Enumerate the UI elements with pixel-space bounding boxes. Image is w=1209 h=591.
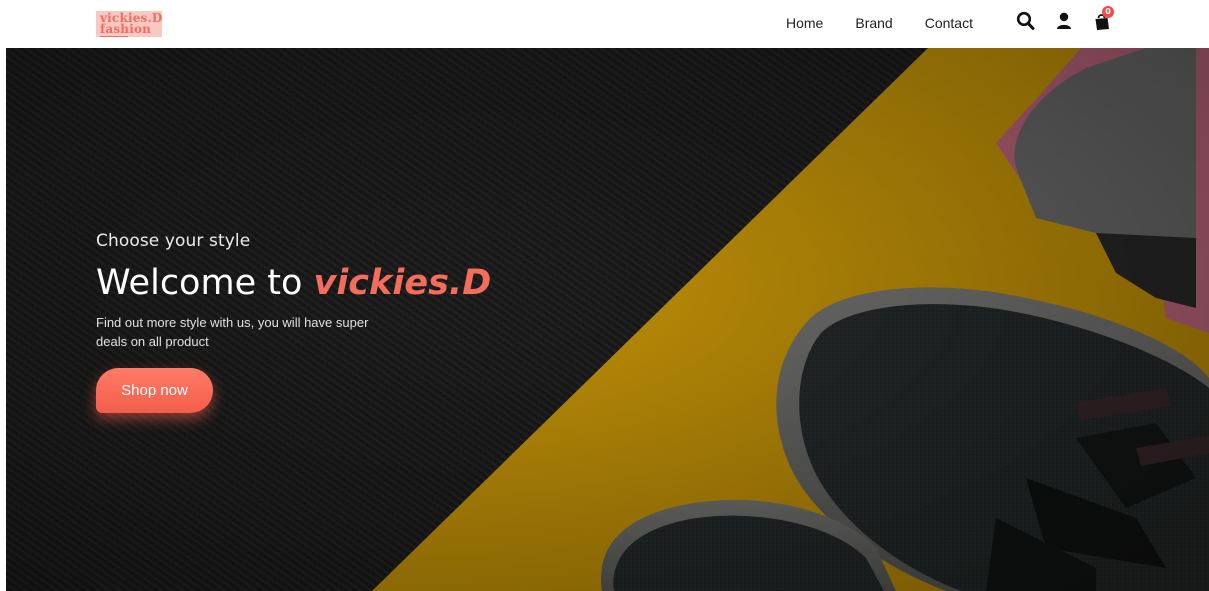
shop-now-button[interactable]: Shop now	[96, 368, 213, 413]
hero-content: Choose your style Welcome to vickies.D F…	[96, 230, 536, 413]
user-icon[interactable]	[1054, 10, 1074, 32]
nav-icons: 0	[1016, 6, 1130, 32]
hero-title-brand: vickies.D	[313, 263, 492, 303]
logo[interactable]: vickies.D fashion	[94, 8, 170, 38]
shopping-bag-icon[interactable]: 0	[1092, 6, 1114, 32]
page: vickies.D fashion Home Brand Contact 0 C…	[0, 0, 1209, 591]
hero-title: Welcome to vickies.D	[96, 261, 536, 305]
nav-link-home[interactable]: Home	[786, 14, 823, 32]
hero-title-prefix: Welcome to	[96, 263, 314, 303]
main-nav: Home Brand Contact	[786, 14, 1005, 32]
cart-count-badge: 0	[1102, 6, 1114, 18]
left-edge-strip	[0, 48, 6, 591]
logo-underline	[100, 36, 128, 37]
nav-link-contact[interactable]: Contact	[925, 14, 973, 32]
navbar: vickies.D fashion Home Brand Contact 0	[0, 0, 1209, 48]
hero-banner: Choose your style Welcome to vickies.D F…	[6, 48, 1209, 591]
logo-text-line2: fashion	[100, 22, 152, 36]
hero-kicker: Choose your style	[96, 231, 251, 251]
nav-link-brand[interactable]: Brand	[855, 14, 892, 32]
hero-description: Find out more style with us, you will ha…	[96, 315, 369, 349]
search-icon[interactable]	[1016, 10, 1036, 32]
